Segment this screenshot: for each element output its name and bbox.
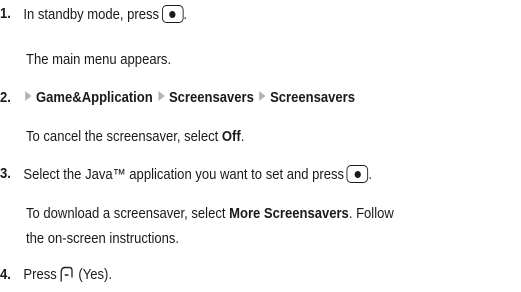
option-more-screensavers: More Screensavers	[229, 206, 349, 222]
menu-path-item: Game&Application	[36, 90, 153, 106]
ok-center-key-icon	[161, 5, 184, 23]
step-punctuation: .	[183, 7, 187, 23]
menu-path-item: Screensavers	[270, 90, 355, 106]
step-punctuation: .	[368, 167, 372, 183]
step-3-note-continued: the on-screen instructions.	[26, 231, 180, 247]
option-off: Off	[221, 129, 241, 145]
path-arrow-icon	[259, 91, 266, 101]
step-number: 4.	[0, 267, 11, 283]
step-3-note: To download a screensaver, select More S…	[26, 206, 394, 222]
step-number: 1.	[0, 6, 11, 22]
step-punctuation: (Yes).	[78, 267, 113, 283]
ok-center-key-icon	[346, 165, 369, 183]
path-arrow-icon	[158, 91, 165, 101]
left-soft-key-icon	[59, 266, 73, 288]
step-number: 3.	[0, 166, 11, 182]
menu-path-item: Screensavers	[168, 90, 254, 106]
step-text: Press	[23, 267, 57, 283]
menu-path: Game&Application Screensavers Screensave…	[23, 89, 355, 107]
step-2-note: To cancel the screensaver, select Off.	[26, 129, 245, 145]
step-1-note: The main menu appears.	[26, 52, 172, 68]
step-number: 2.	[0, 90, 11, 106]
path-arrow-icon	[25, 91, 32, 101]
step-text: Select the Java™ application you want to…	[23, 167, 345, 183]
instruction-steps: 1. In standby mode, press. The main menu…	[0, 0, 521, 292]
step-text: In standby mode, press	[23, 7, 160, 23]
